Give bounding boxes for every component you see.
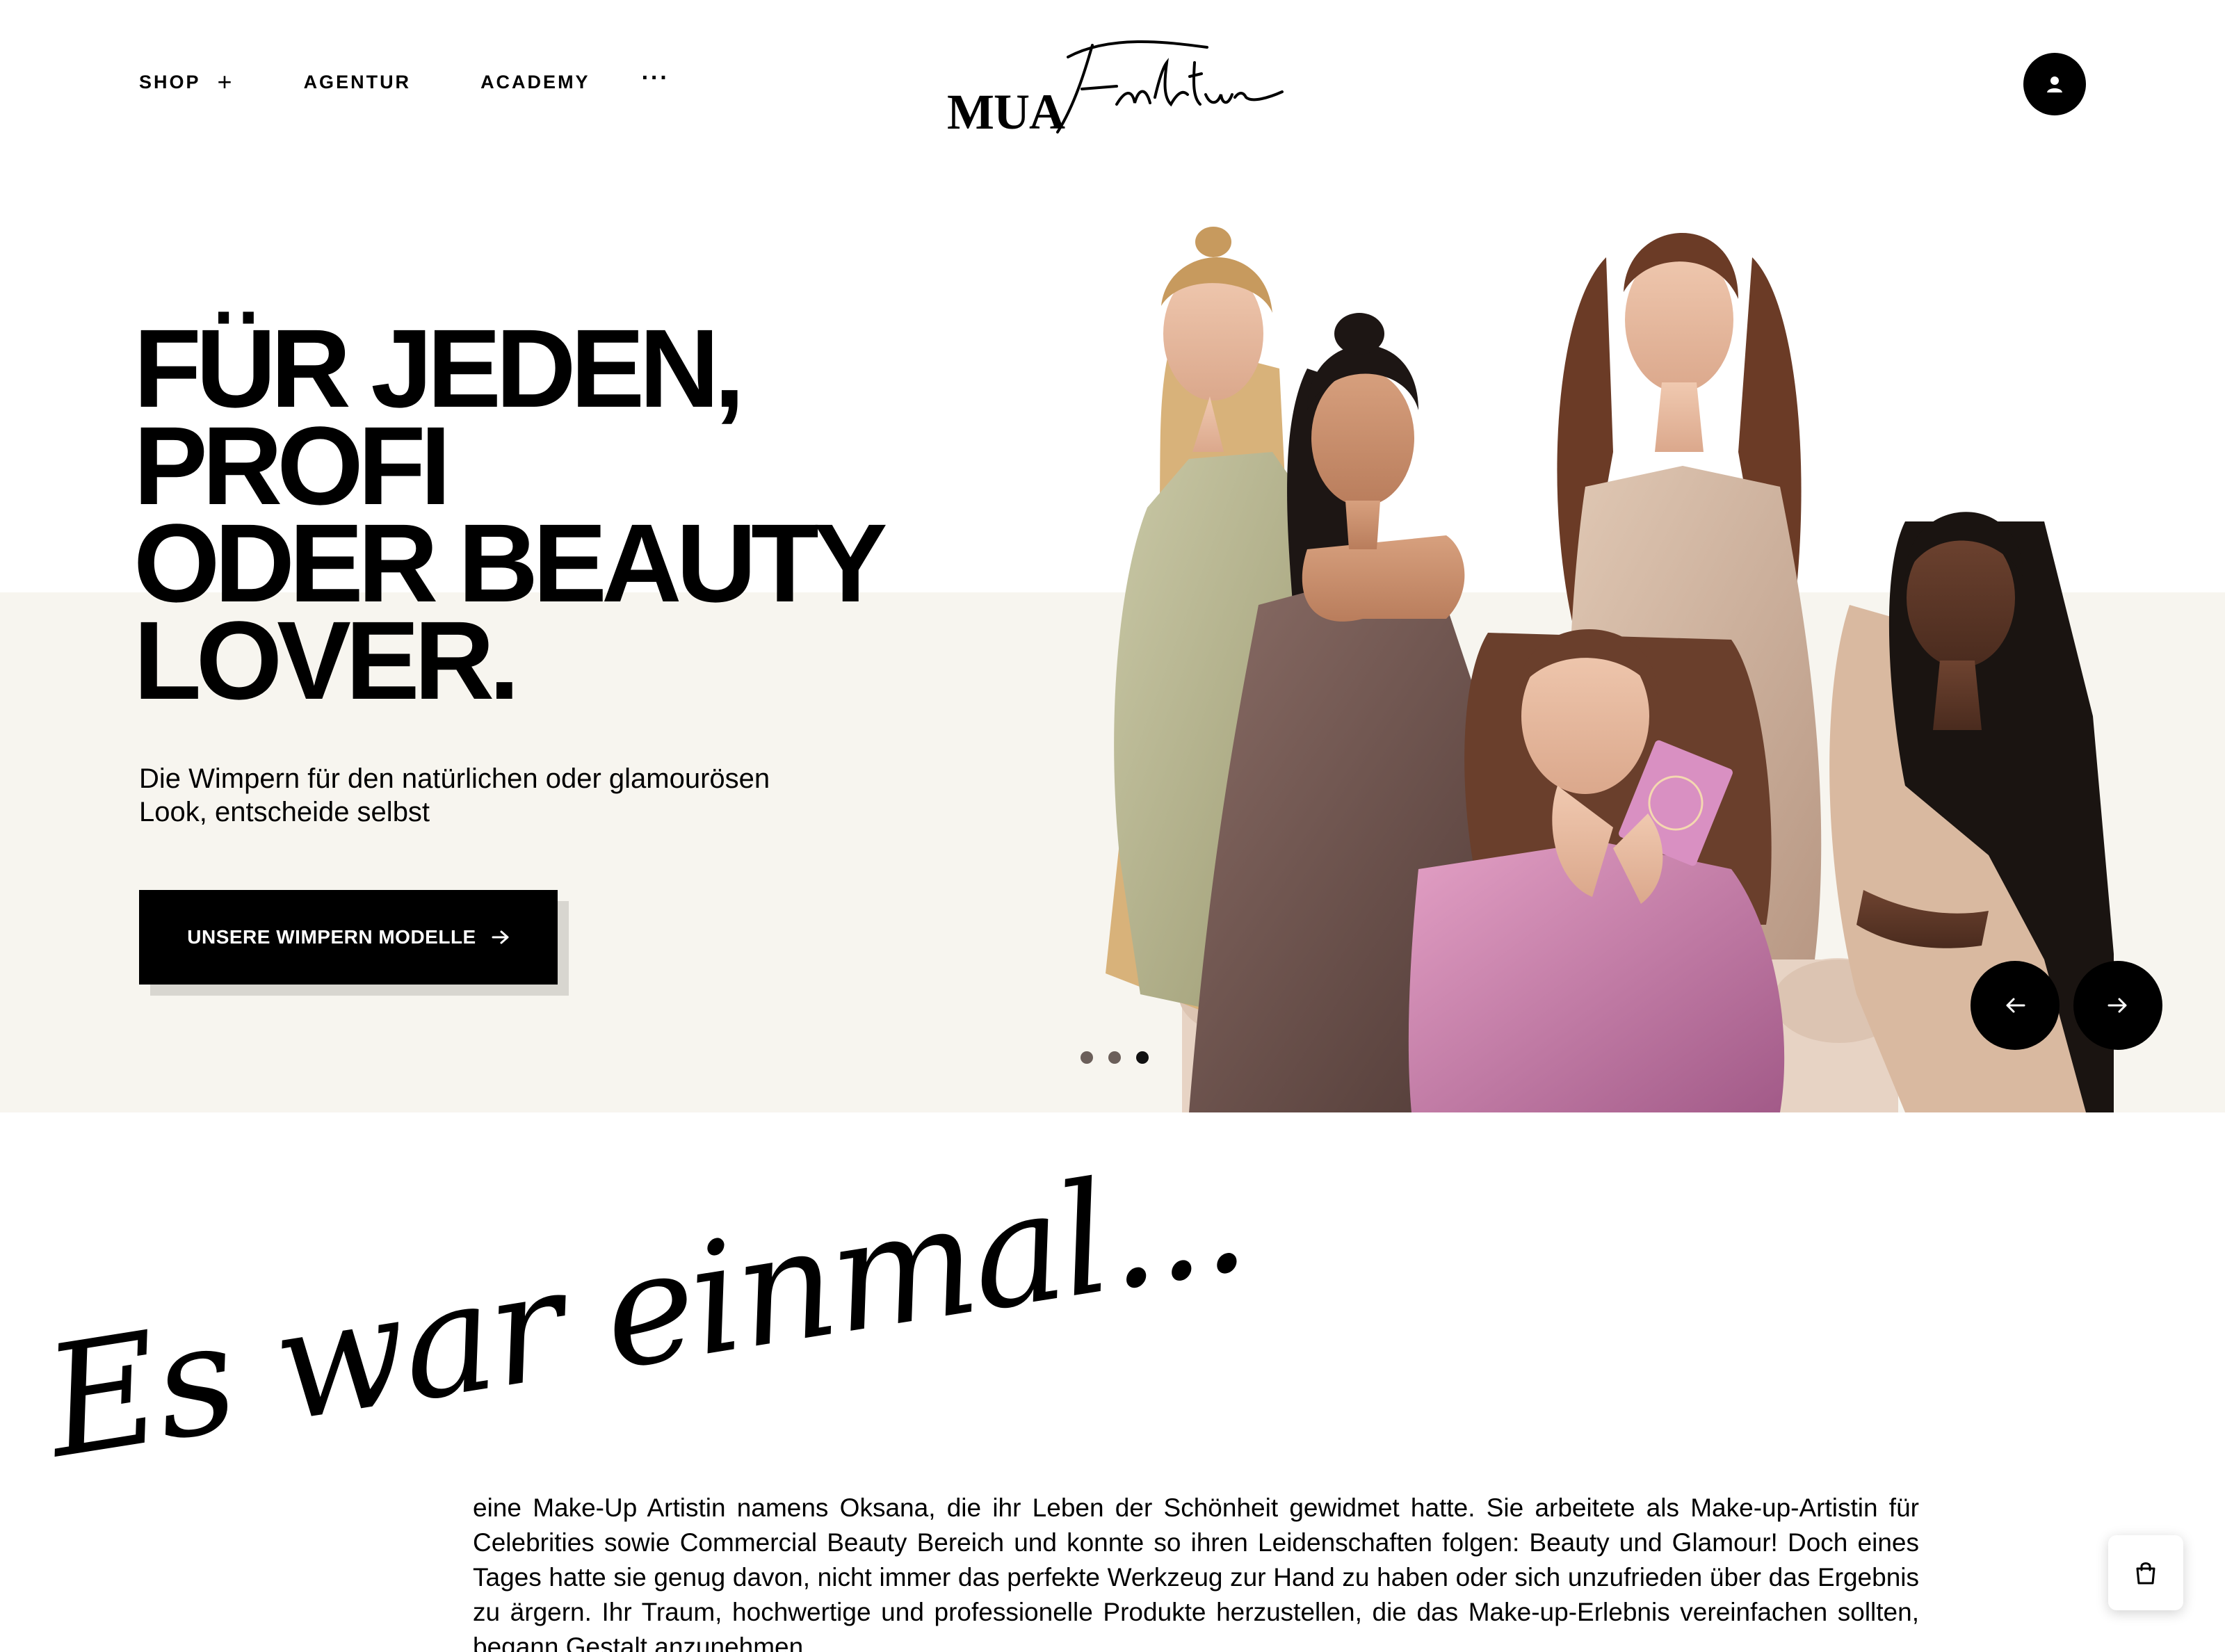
nav-item-shop[interactable]: SHOP + bbox=[139, 70, 234, 95]
shopping-bag-icon bbox=[2136, 1562, 2155, 1585]
hero-title-line-2: PROFI bbox=[134, 403, 451, 528]
more-menu-icon[interactable]: ··· bbox=[642, 66, 670, 90]
hero-title-line-1: FÜR JEDEN, bbox=[134, 306, 745, 430]
hero-title: FÜR JEDEN, PROFI ODER BEAUTY LOVER. bbox=[134, 306, 968, 722]
slide-dot-3[interactable] bbox=[1136, 1051, 1149, 1064]
brand-logo[interactable]: MUA bbox=[943, 28, 1284, 140]
slider-prev-button[interactable] bbox=[1971, 961, 2060, 1050]
hero-photo bbox=[1106, 227, 2114, 1112]
account-button[interactable] bbox=[2023, 53, 2086, 115]
hero-subtitle: Die Wimpern für den natürlichen oder gla… bbox=[139, 763, 770, 827]
site-header: SHOP + AGENTUR ACADEMY ··· MUA bbox=[0, 0, 2225, 167]
slider-pagination bbox=[1081, 1051, 1164, 1064]
user-icon bbox=[2047, 76, 2062, 92]
nav-item-academy[interactable]: ACADEMY bbox=[480, 72, 590, 93]
nav-shop-label: SHOP bbox=[139, 71, 201, 92]
story-heading-text: Es war einmal... bbox=[34, 1127, 1255, 1492]
slider-next-button[interactable] bbox=[2073, 961, 2162, 1050]
slide-dot-2[interactable] bbox=[1108, 1051, 1121, 1064]
arrow-left-icon bbox=[2006, 998, 2025, 1013]
story-paragraph: eine Make-Up Artistin namens Oksana, die… bbox=[473, 1493, 1919, 1652]
arrow-right-icon bbox=[492, 930, 510, 945]
slide-dot-1[interactable] bbox=[1081, 1051, 1093, 1064]
hero-title-line-3: ODER BEAUTY bbox=[134, 501, 888, 625]
cart-button[interactable] bbox=[2108, 1535, 2183, 1610]
cta-label: UNSERE WIMPERN MODELLE bbox=[187, 926, 476, 948]
nav-item-agentur[interactable]: AGENTUR bbox=[304, 72, 412, 93]
plus-icon[interactable]: + bbox=[218, 70, 234, 95]
hero-title-line-4: LOVER. bbox=[134, 598, 520, 722]
arrow-right-icon bbox=[2107, 998, 2127, 1013]
main-nav: SHOP + AGENTUR ACADEMY ··· bbox=[139, 66, 670, 95]
wimpern-modelle-button[interactable]: UNSERE WIMPERN MODELLE bbox=[139, 890, 558, 985]
story-heading: Es war einmal... bbox=[35, 1128, 1255, 1516]
logo-script-signature bbox=[1056, 40, 1284, 133]
